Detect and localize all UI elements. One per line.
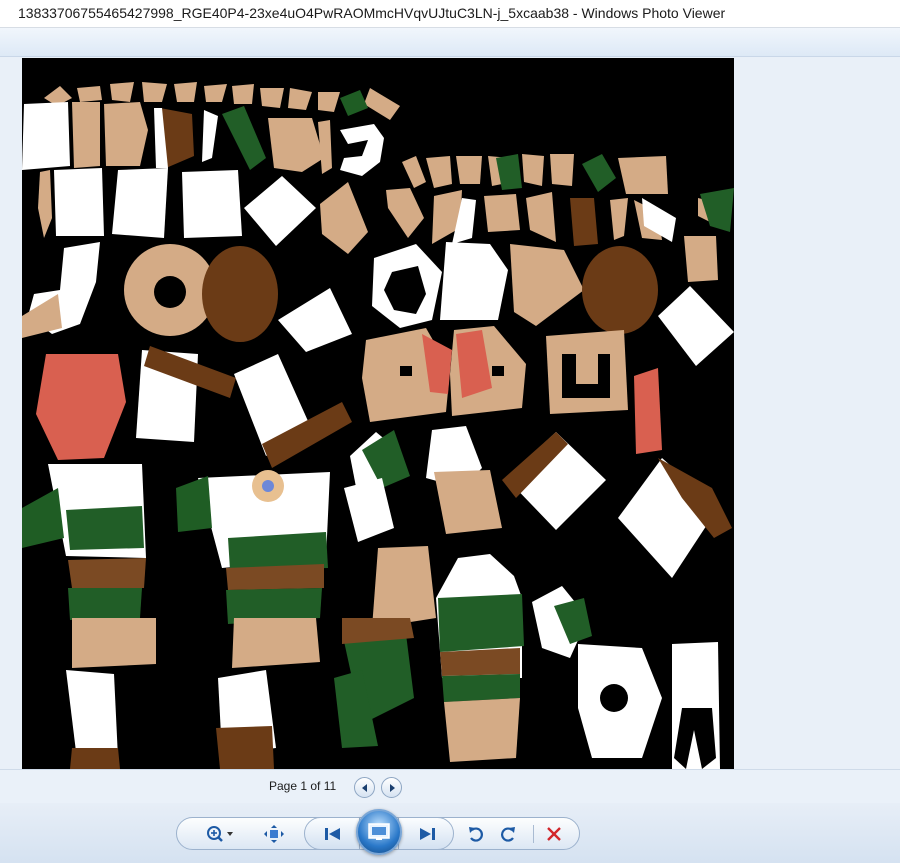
slideshow-button[interactable] bbox=[356, 809, 402, 855]
delete-button[interactable] bbox=[542, 823, 566, 845]
toolbar-separator bbox=[533, 825, 534, 843]
next-page-button[interactable] bbox=[381, 777, 402, 798]
fit-window-icon bbox=[264, 825, 284, 843]
zoom-button[interactable] bbox=[200, 823, 240, 845]
previous-page-icon bbox=[361, 783, 367, 792]
slideshow-icon bbox=[368, 823, 390, 840]
rotate-counterclockwise-icon bbox=[469, 827, 483, 842]
delete-icon bbox=[547, 827, 561, 841]
next-icon bbox=[420, 828, 435, 840]
texture-atlas-image bbox=[22, 58, 734, 769]
next-button[interactable] bbox=[398, 817, 454, 850]
rotate-clockwise-button[interactable] bbox=[496, 823, 520, 845]
rotate-counterclockwise-button[interactable] bbox=[464, 823, 488, 845]
image-viewer bbox=[0, 57, 900, 769]
next-page-icon bbox=[389, 783, 395, 792]
page-indicator: Page 1 of 11 bbox=[269, 779, 337, 793]
bottom-toolbar bbox=[0, 803, 900, 863]
fit-window-button[interactable] bbox=[262, 823, 286, 845]
window-title: 13833706755465427998_RGE40P4-23xe4uO4PwR… bbox=[0, 0, 900, 28]
menu-bar bbox=[0, 28, 900, 57]
previous-page-button[interactable] bbox=[354, 777, 375, 798]
zoom-icon bbox=[207, 826, 233, 842]
page-navigation-bar: Page 1 of 11 bbox=[0, 769, 900, 803]
previous-icon bbox=[325, 828, 340, 840]
displayed-image[interactable] bbox=[22, 58, 734, 769]
previous-button[interactable] bbox=[304, 817, 360, 850]
rotate-clockwise-icon bbox=[501, 827, 515, 842]
